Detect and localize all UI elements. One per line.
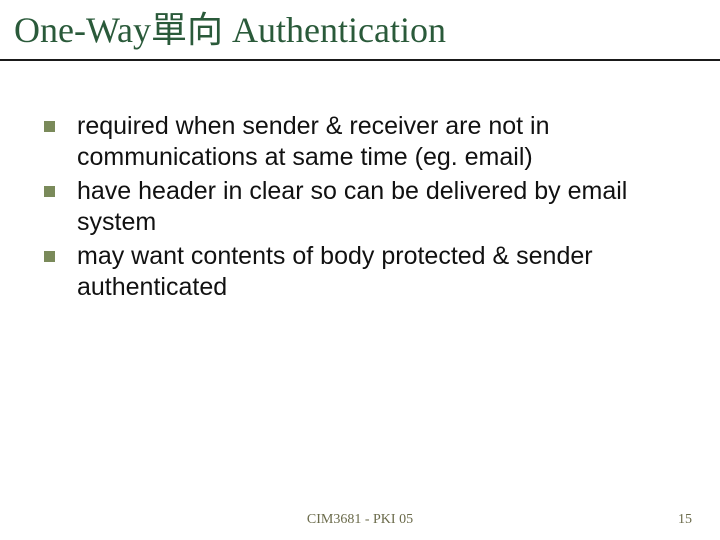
bullet-text: may want contents of body protected & se… — [77, 241, 676, 302]
list-item: may want contents of body protected & se… — [44, 241, 676, 302]
square-bullet-icon — [44, 251, 55, 262]
title-bar: One-Way單向 Authentication — [0, 0, 720, 61]
page-number: 15 — [678, 512, 692, 528]
slide-footer: CIM3681 - PKI 05 — [0, 512, 720, 528]
bullet-text: have header in clear so can be delivered… — [77, 176, 676, 237]
square-bullet-icon — [44, 121, 55, 132]
slide-title: One-Way單向 Authentication — [14, 10, 706, 51]
list-item: have header in clear so can be delivered… — [44, 176, 676, 237]
list-item: required when sender & receiver are not … — [44, 111, 676, 172]
bullet-list: required when sender & receiver are not … — [44, 111, 676, 302]
square-bullet-icon — [44, 186, 55, 197]
slide-content: required when sender & receiver are not … — [0, 61, 720, 302]
bullet-text: required when sender & receiver are not … — [77, 111, 676, 172]
